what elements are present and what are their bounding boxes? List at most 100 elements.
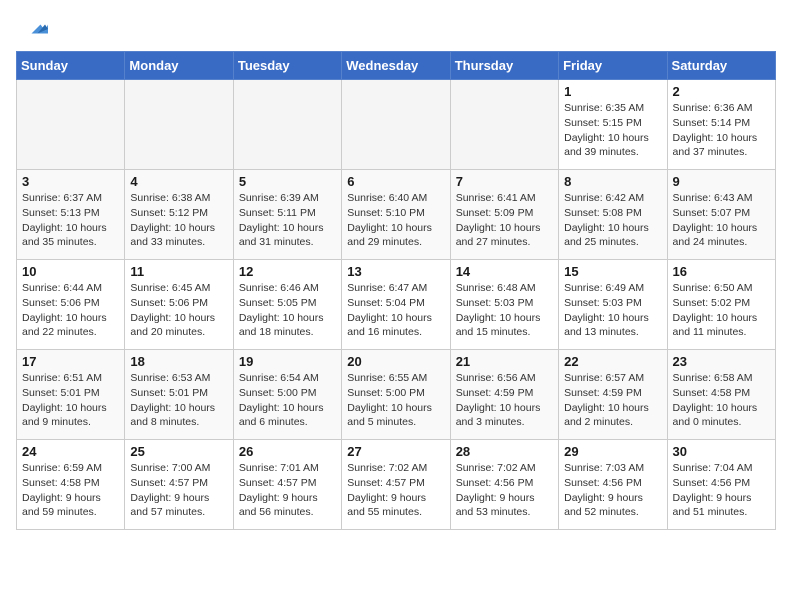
day-header-wednesday: Wednesday [342,52,450,80]
day-info: Sunrise: 6:48 AMSunset: 5:03 PMDaylight:… [456,281,553,340]
day-info: Sunrise: 7:02 AMSunset: 4:56 PMDaylight:… [456,461,553,520]
calendar-header-row: SundayMondayTuesdayWednesdayThursdayFrid… [17,52,776,80]
calendar-cell: 27Sunrise: 7:02 AMSunset: 4:57 PMDayligh… [342,440,450,530]
day-info: Sunrise: 7:00 AMSunset: 4:57 PMDaylight:… [130,461,227,520]
day-number: 8 [564,174,661,189]
day-info: Sunrise: 6:40 AMSunset: 5:10 PMDaylight:… [347,191,444,250]
calendar-cell: 14 Sunrise: 6:48 AMSunset: 5:03 PMDayligh… [450,260,558,350]
calendar-cell: 22 Sunrise: 6:57 AMSunset: 4:59 PMDayligh… [559,350,667,440]
day-number: 10 [22,264,119,279]
day-number: 13 [347,264,444,279]
day-number: 15 [564,264,661,279]
day-number: 24 [22,444,119,459]
calendar-week-5: 24 Sunrise: 6:59 AMSunset: 4:58 PMDayligh… [17,440,776,530]
calendar-cell: 12 Sunrise: 6:46 AMSunset: 5:05 PMDayligh… [233,260,341,350]
calendar-cell: 6 Sunrise: 6:40 AMSunset: 5:10 PMDaylight… [342,170,450,260]
day-info: Sunrise: 6:35 AMSunset: 5:15 PMDaylight:… [564,101,661,160]
calendar-cell: 11 Sunrise: 6:45 AMSunset: 5:06 PMDayligh… [125,260,233,350]
day-info: Sunrise: 7:03 AMSunset: 4:56 PMDaylight:… [564,461,661,520]
day-info: Sunrise: 6:59 AMSunset: 4:58 PMDaylight:… [22,461,119,520]
calendar-week-2: 3 Sunrise: 6:37 AMSunset: 5:13 PMDaylight… [17,170,776,260]
day-number: 2 [673,84,770,99]
calendar-cell: 8 Sunrise: 6:42 AMSunset: 5:08 PMDaylight… [559,170,667,260]
day-info: Sunrise: 6:56 AMSunset: 4:59 PMDaylight:… [456,371,553,430]
day-number: 26 [239,444,336,459]
day-info: Sunrise: 6:46 AMSunset: 5:05 PMDaylight:… [239,281,336,340]
day-info: Sunrise: 6:38 AMSunset: 5:12 PMDaylight:… [130,191,227,250]
calendar-cell [450,80,558,170]
page-header [16,16,776,41]
day-number: 14 [456,264,553,279]
day-header-sunday: Sunday [17,52,125,80]
calendar-cell: 10 Sunrise: 6:44 AMSunset: 5:06 PMDayligh… [17,260,125,350]
calendar-cell: 30Sunrise: 7:04 AMSunset: 4:56 PMDayligh… [667,440,775,530]
day-number: 21 [456,354,553,369]
day-number: 28 [456,444,553,459]
calendar-cell: 2 Sunrise: 6:36 AMSunset: 5:14 PMDaylight… [667,80,775,170]
day-number: 5 [239,174,336,189]
calendar-cell: 13Sunrise: 6:47 AMSunset: 5:04 PMDayligh… [342,260,450,350]
day-info: Sunrise: 6:42 AMSunset: 5:08 PMDaylight:… [564,191,661,250]
day-number: 3 [22,174,119,189]
day-number: 29 [564,444,661,459]
day-info: Sunrise: 6:53 AMSunset: 5:01 PMDaylight:… [130,371,227,430]
day-info: Sunrise: 6:39 AMSunset: 5:11 PMDaylight:… [239,191,336,250]
calendar-cell: 15 Sunrise: 6:49 AMSunset: 5:03 PMDayligh… [559,260,667,350]
calendar-cell [342,80,450,170]
day-info: Sunrise: 6:57 AMSunset: 4:59 PMDaylight:… [564,371,661,430]
day-number: 12 [239,264,336,279]
day-info: Sunrise: 6:44 AMSunset: 5:06 PMDaylight:… [22,281,119,340]
day-header-monday: Monday [125,52,233,80]
day-info: Sunrise: 6:41 AMSunset: 5:09 PMDaylight:… [456,191,553,250]
day-info: Sunrise: 6:45 AMSunset: 5:06 PMDaylight:… [130,281,227,340]
day-info: Sunrise: 6:43 AMSunset: 5:07 PMDaylight:… [673,191,770,250]
day-info: Sunrise: 7:01 AMSunset: 4:57 PMDaylight:… [239,461,336,520]
calendar-cell: 19Sunrise: 6:54 AMSunset: 5:00 PMDayligh… [233,350,341,440]
day-number: 16 [673,264,770,279]
calendar-cell: 1 Sunrise: 6:35 AMSunset: 5:15 PMDaylight… [559,80,667,170]
day-number: 4 [130,174,227,189]
day-number: 9 [673,174,770,189]
calendar-week-3: 10 Sunrise: 6:44 AMSunset: 5:06 PMDayligh… [17,260,776,350]
calendar-cell: 24 Sunrise: 6:59 AMSunset: 4:58 PMDayligh… [17,440,125,530]
calendar-cell: 16 Sunrise: 6:50 AMSunset: 5:02 PMDayligh… [667,260,775,350]
day-number: 25 [130,444,227,459]
calendar-cell: 17Sunrise: 6:51 AMSunset: 5:01 PMDayligh… [17,350,125,440]
calendar-cell: 5 Sunrise: 6:39 AMSunset: 5:11 PMDaylight… [233,170,341,260]
day-info: Sunrise: 6:58 AMSunset: 4:58 PMDaylight:… [673,371,770,430]
calendar-cell [233,80,341,170]
calendar-cell: 4 Sunrise: 6:38 AMSunset: 5:12 PMDaylight… [125,170,233,260]
day-number: 1 [564,84,661,99]
day-number: 7 [456,174,553,189]
calendar-table: SundayMondayTuesdayWednesdayThursdayFrid… [16,51,776,530]
day-number: 11 [130,264,227,279]
day-header-thursday: Thursday [450,52,558,80]
day-info: Sunrise: 6:49 AMSunset: 5:03 PMDaylight:… [564,281,661,340]
day-info: Sunrise: 6:36 AMSunset: 5:14 PMDaylight:… [673,101,770,160]
day-number: 30 [673,444,770,459]
day-number: 19 [239,354,336,369]
day-header-tuesday: Tuesday [233,52,341,80]
day-header-friday: Friday [559,52,667,80]
day-info: Sunrise: 6:51 AMSunset: 5:01 PMDaylight:… [22,371,119,430]
day-number: 20 [347,354,444,369]
day-number: 22 [564,354,661,369]
calendar-week-4: 17Sunrise: 6:51 AMSunset: 5:01 PMDayligh… [17,350,776,440]
logo [16,16,52,41]
day-info: Sunrise: 7:02 AMSunset: 4:57 PMDaylight:… [347,461,444,520]
day-info: Sunrise: 6:55 AMSunset: 5:00 PMDaylight:… [347,371,444,430]
calendar-cell: 9 Sunrise: 6:43 AMSunset: 5:07 PMDaylight… [667,170,775,260]
calendar-cell: 18Sunrise: 6:53 AMSunset: 5:01 PMDayligh… [125,350,233,440]
calendar-cell: 21 Sunrise: 6:56 AMSunset: 4:59 PMDayligh… [450,350,558,440]
calendar-cell: 3 Sunrise: 6:37 AMSunset: 5:13 PMDaylight… [17,170,125,260]
calendar-cell: 23Sunrise: 6:58 AMSunset: 4:58 PMDayligh… [667,350,775,440]
day-info: Sunrise: 6:50 AMSunset: 5:02 PMDaylight:… [673,281,770,340]
day-header-saturday: Saturday [667,52,775,80]
calendar-cell: 20 Sunrise: 6:55 AMSunset: 5:00 PMDayligh… [342,350,450,440]
calendar-cell: 7 Sunrise: 6:41 AMSunset: 5:09 PMDaylight… [450,170,558,260]
day-info: Sunrise: 6:37 AMSunset: 5:13 PMDaylight:… [22,191,119,250]
day-number: 6 [347,174,444,189]
calendar-cell [125,80,233,170]
calendar-cell: 26 Sunrise: 7:01 AMSunset: 4:57 PMDayligh… [233,440,341,530]
calendar-cell: 25 Sunrise: 7:00 AMSunset: 4:57 PMDayligh… [125,440,233,530]
